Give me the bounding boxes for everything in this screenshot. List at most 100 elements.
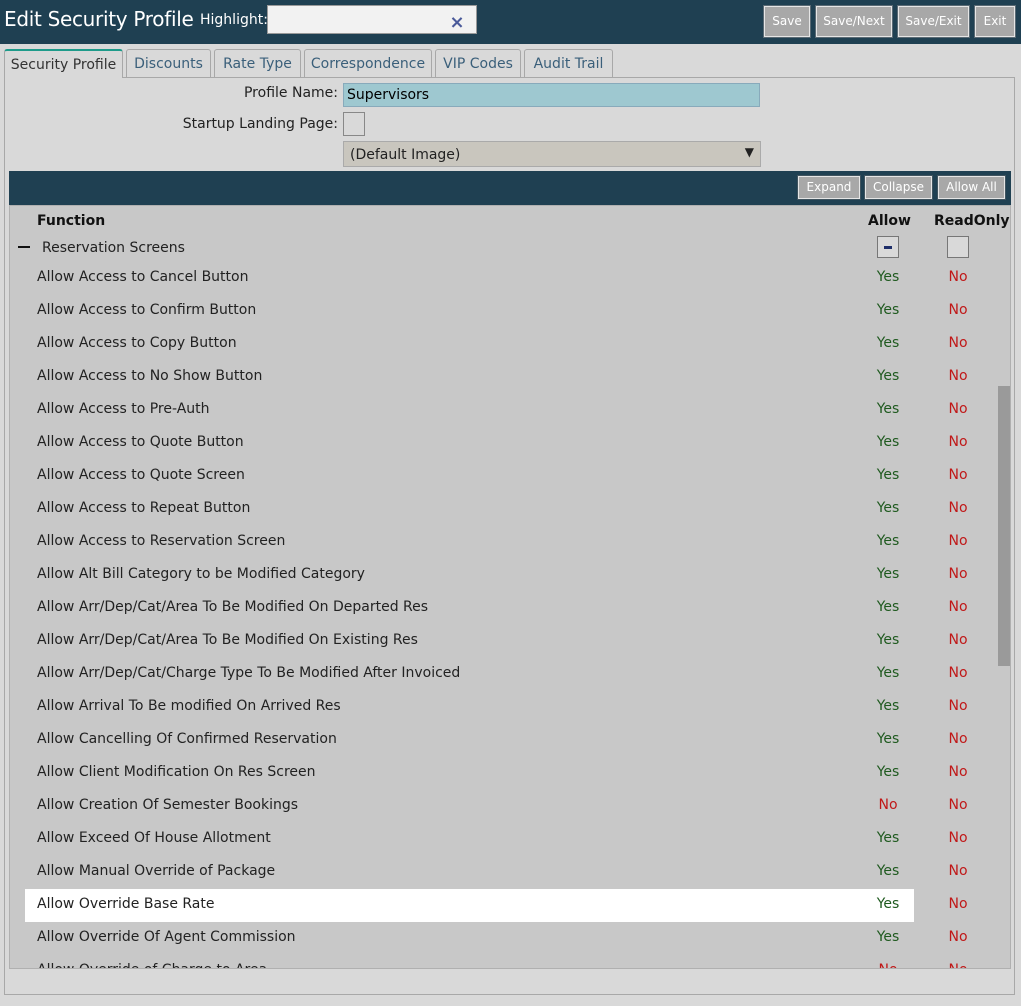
readonly-value[interactable]: No	[938, 698, 978, 714]
function-name: Allow Access to Pre-Auth	[37, 401, 210, 417]
allow-value[interactable]: Yes	[868, 434, 908, 450]
allow-value[interactable]: Yes	[868, 599, 908, 615]
allow-value[interactable]: Yes	[868, 830, 908, 846]
table-row[interactable]: Allow Access to Quote Button Yes No	[10, 427, 998, 460]
table-row[interactable]: Allow Client Modification On Res Screen Y…	[10, 757, 998, 790]
allow-value[interactable]: No	[868, 797, 908, 813]
startup-landing-image[interactable]	[343, 112, 365, 136]
readonly-value[interactable]: No	[938, 335, 978, 351]
highlight-input[interactable]	[267, 5, 439, 34]
allow-value[interactable]: Yes	[868, 731, 908, 747]
tab-correspondence[interactable]: Correspondence	[304, 49, 432, 77]
page-title: Edit Security Profile	[4, 7, 194, 31]
allow-value[interactable]: Yes	[868, 302, 908, 318]
top-bar: Edit Security Profile Highlight: × Save …	[0, 0, 1021, 44]
readonly-value[interactable]: No	[938, 401, 978, 417]
tab-rate-type[interactable]: Rate Type	[214, 49, 301, 77]
table-row[interactable]: Allow Access to Copy Button Yes No	[10, 328, 998, 361]
table-row[interactable]: Allow Creation Of Semester Bookings No No	[10, 790, 998, 823]
exit-button[interactable]: Exit	[974, 5, 1016, 38]
table-row[interactable]: Allow Arr/Dep/Cat/Area To Be Modified On…	[10, 592, 998, 625]
readonly-value[interactable]: No	[938, 599, 978, 615]
table-row[interactable]: Allow Access to Repeat Button Yes No	[10, 493, 998, 526]
table-row[interactable]: Allow Access to Confirm Button Yes No	[10, 295, 998, 328]
readonly-value[interactable]: No	[938, 533, 978, 549]
table-row[interactable]: Allow Access to No Show Button Yes No	[10, 361, 998, 394]
function-name: Allow Access to Quote Button	[37, 434, 244, 450]
allow-value[interactable]: Yes	[868, 698, 908, 714]
collapse-group-icon[interactable]	[18, 246, 30, 248]
allow-value[interactable]: Yes	[868, 368, 908, 384]
function-name: Allow Access to Confirm Button	[37, 302, 257, 318]
readonly-value[interactable]: No	[938, 632, 978, 648]
function-name: Allow Access to Reservation Screen	[37, 533, 286, 549]
group-label: Reservation Screens	[42, 240, 185, 256]
table-row[interactable]: Allow Access to Cancel Button Yes No	[10, 262, 998, 295]
allow-value[interactable]: Yes	[868, 335, 908, 351]
expand-button[interactable]: Expand	[797, 175, 861, 200]
allow-value[interactable]: No	[868, 962, 908, 968]
readonly-value[interactable]: No	[938, 896, 978, 912]
readonly-value[interactable]: No	[938, 269, 978, 285]
allow-value[interactable]: Yes	[868, 929, 908, 945]
table-row[interactable]: Allow Access to Reservation Screen Yes No	[10, 526, 998, 559]
readonly-value[interactable]: No	[938, 500, 978, 516]
clear-icon[interactable]: ×	[438, 5, 477, 34]
readonly-value[interactable]: No	[938, 467, 978, 483]
readonly-value[interactable]: No	[938, 566, 978, 582]
function-name: Allow Manual Override of Package	[37, 863, 276, 879]
function-name: Allow Override Base Rate	[37, 896, 215, 912]
readonly-value[interactable]: No	[938, 830, 978, 846]
table-row[interactable]: Allow Override of Charge to Area No No	[10, 955, 998, 968]
table-row[interactable]: Allow Arrival To Be modified On Arrived …	[10, 691, 998, 724]
allow-value[interactable]: Yes	[868, 500, 908, 516]
readonly-value[interactable]: No	[938, 302, 978, 318]
save-exit-button[interactable]: Save/Exit	[897, 5, 970, 38]
function-name: Allow Access to No Show Button	[37, 368, 263, 384]
profile-name-input[interactable]	[343, 83, 760, 107]
table-row[interactable]: Allow Exceed Of House Allotment Yes No	[10, 823, 998, 856]
save-button[interactable]: Save	[763, 5, 811, 38]
collapse-button[interactable]: Collapse	[864, 175, 933, 200]
table-row[interactable]: Allow Override Base Rate Yes No	[25, 889, 968, 922]
function-name: Allow Exceed Of House Allotment	[37, 830, 271, 846]
readonly-value[interactable]: No	[938, 929, 978, 945]
table-row[interactable]: Allow Arr/Dep/Cat/Area To Be Modified On…	[10, 625, 998, 658]
allow-value[interactable]: Yes	[868, 566, 908, 582]
table-row[interactable]: Allow Cancelling Of Confirmed Reservatio…	[10, 724, 998, 757]
allow-value[interactable]: Yes	[868, 632, 908, 648]
table-row[interactable]: Allow Access to Pre-Auth Yes No	[10, 394, 998, 427]
tab-discounts[interactable]: Discounts	[126, 49, 211, 77]
readonly-value[interactable]: No	[938, 797, 978, 813]
readonly-value[interactable]: No	[938, 962, 978, 968]
allow-all-button[interactable]: Allow All	[937, 175, 1006, 200]
allow-value[interactable]: Yes	[868, 269, 908, 285]
allow-value[interactable]: Yes	[868, 896, 908, 912]
readonly-value[interactable]: No	[938, 368, 978, 384]
allow-value[interactable]: Yes	[868, 467, 908, 483]
table-row[interactable]: Allow Override Of Agent Commission Yes No	[10, 922, 998, 955]
table-row[interactable]: Allow Arr/Dep/Cat/Charge Type To Be Modi…	[10, 658, 998, 691]
readonly-value[interactable]: No	[938, 434, 978, 450]
readonly-value[interactable]: No	[938, 665, 978, 681]
tab-security-profile[interactable]: Security Profile	[4, 49, 123, 78]
table-row[interactable]: Allow Manual Override of Package Yes No	[10, 856, 998, 889]
allow-value[interactable]: Yes	[868, 665, 908, 681]
tab-audit-trail[interactable]: Audit Trail	[524, 49, 613, 77]
group-allow-checkbox[interactable]	[877, 236, 899, 258]
tab-vip-codes[interactable]: VIP Codes	[435, 49, 521, 77]
group-readonly-checkbox[interactable]	[947, 236, 969, 258]
readonly-value[interactable]: No	[938, 863, 978, 879]
allow-value[interactable]: Yes	[868, 401, 908, 417]
allow-value[interactable]: Yes	[868, 863, 908, 879]
partial-check-icon	[884, 246, 892, 249]
allow-value[interactable]: Yes	[868, 533, 908, 549]
readonly-value[interactable]: No	[938, 731, 978, 747]
table-row[interactable]: Allow Access to Quote Screen Yes No	[10, 460, 998, 493]
table-row[interactable]: Allow Alt Bill Category to be Modified C…	[10, 559, 998, 592]
image-select[interactable]: (Default Image) ▼	[343, 141, 761, 167]
save-next-button[interactable]: Save/Next	[815, 5, 893, 38]
scrollbar-thumb[interactable]	[998, 386, 1010, 666]
readonly-value[interactable]: No	[938, 764, 978, 780]
allow-value[interactable]: Yes	[868, 764, 908, 780]
